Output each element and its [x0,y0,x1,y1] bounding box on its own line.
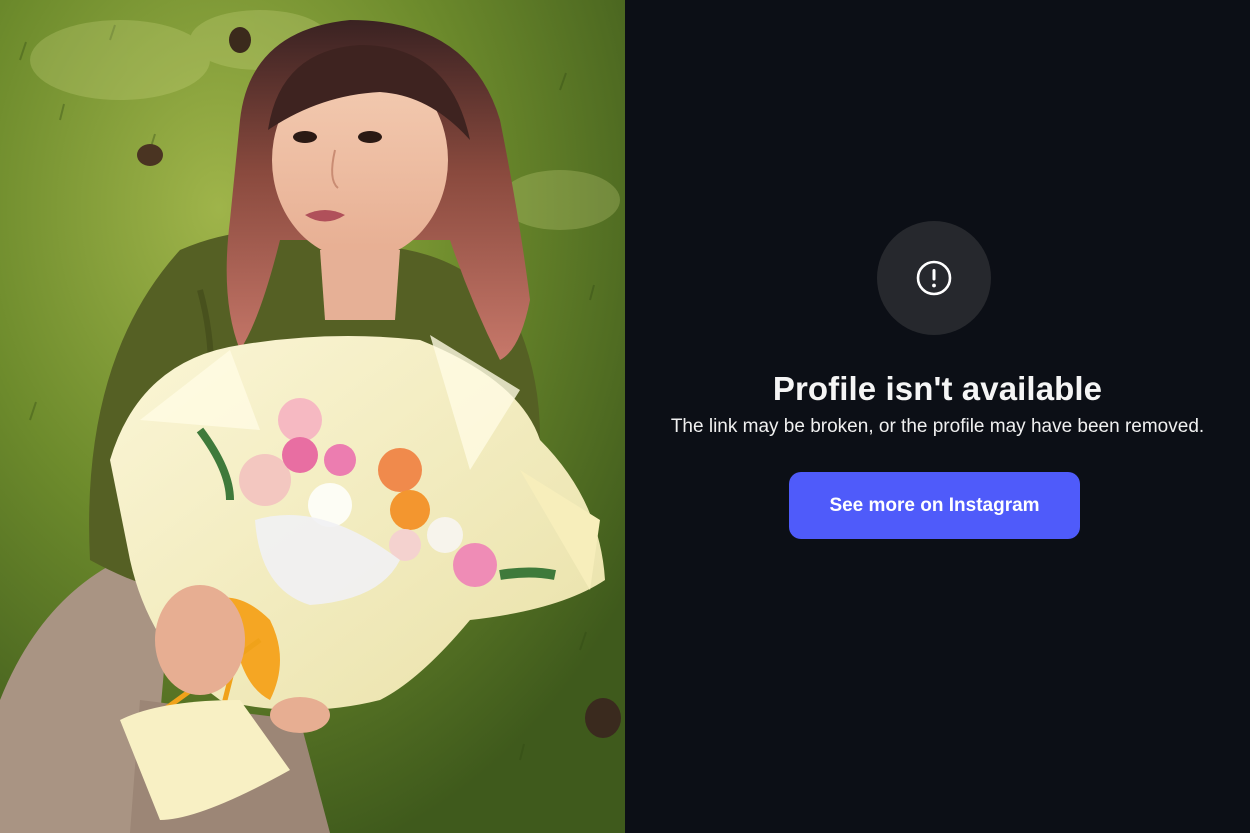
error-message: The link may be broken, or the profile m… [670,416,1205,437]
profile-photo [0,0,625,833]
profile-unavailable-panel: Profile isn't available The link may be … [625,0,1250,833]
see-more-on-instagram-button[interactable]: See more on Instagram [789,472,1080,539]
page-title: Profile isn't available [772,370,1103,407]
alert-icon-container [877,221,991,335]
alert-circle-icon [916,260,952,296]
portrait-photo-illustration [0,0,625,833]
page-root: Profile isn't available The link may be … [0,0,1250,833]
